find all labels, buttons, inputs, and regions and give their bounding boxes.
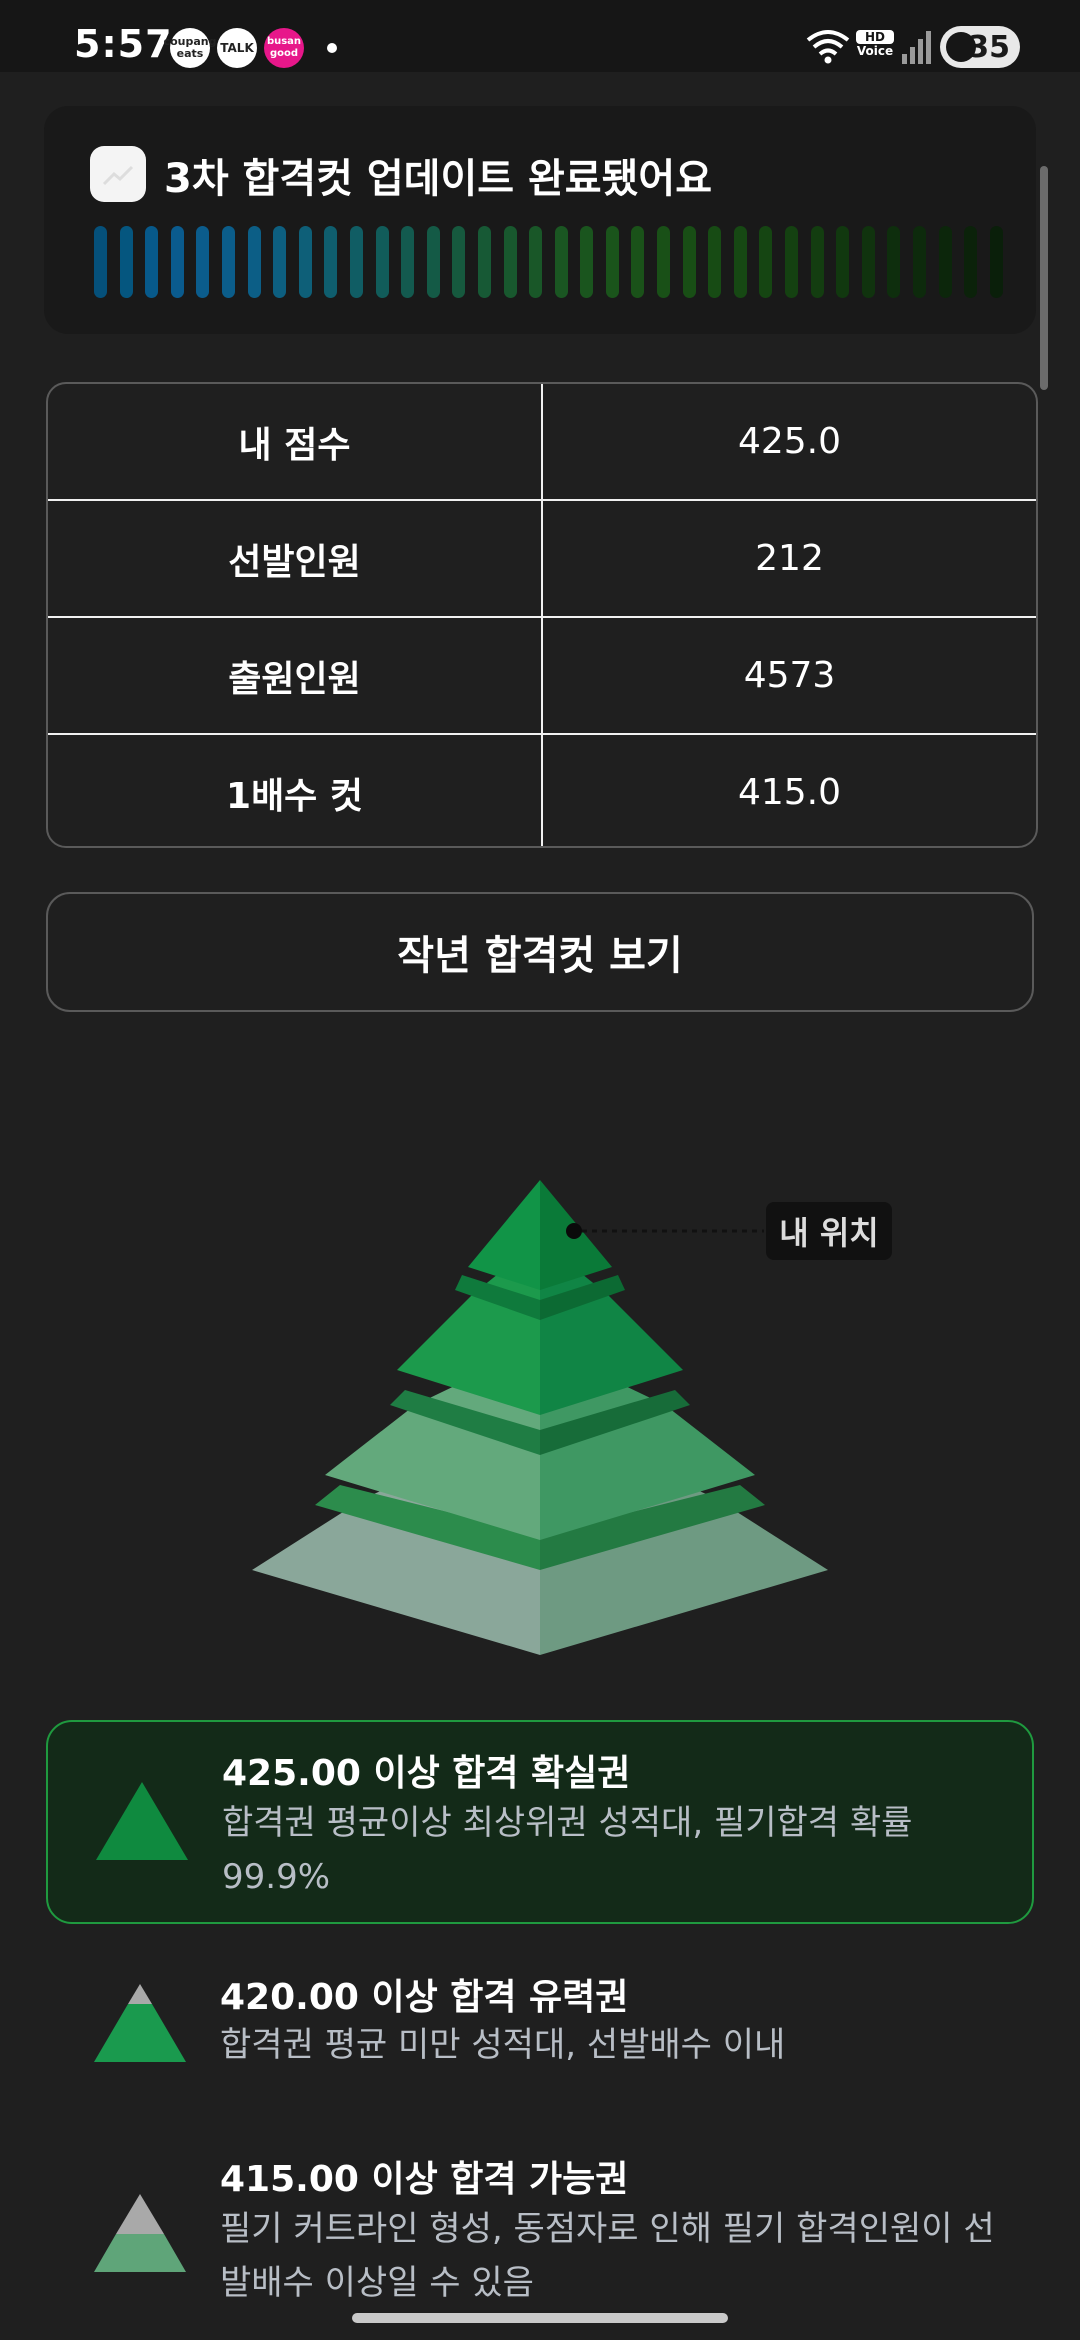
- tier-item-likely[interactable]: 420.00 이상 합격 유력권 합격권 평균 미만 성적대, 선발배수 이내: [46, 1952, 1034, 2102]
- kakaotalk-notification-icon: TALK: [217, 28, 257, 68]
- notification-title: 3차 합격컷 업데이트 완료됐어요: [164, 156, 713, 202]
- tier-description: 합격권 평균이상 최상위권 성적대, 필기합격 확률 99.9%: [222, 1803, 913, 1897]
- score-pyramid-graphic: [252, 1180, 828, 1655]
- power-saving-icon: [946, 32, 976, 62]
- status-time: 5:57: [74, 22, 173, 66]
- wifi-icon: [806, 30, 850, 64]
- coupang-eats-notification-icon: coupang eats: [164, 28, 216, 68]
- progress-segment: [247, 226, 261, 298]
- table-row: 1배수 컷 415.0: [48, 735, 1036, 846]
- my-position-marker: [566, 1223, 582, 1239]
- tier-title: 420.00 이상 합격 유력권: [220, 1977, 629, 2018]
- signal-icon: [902, 31, 931, 64]
- trend-up-icon: [90, 146, 146, 202]
- tier-possible-icon: [94, 2194, 186, 2272]
- progress-segment: [631, 226, 645, 298]
- progress-segment: [349, 226, 363, 298]
- table-label: 출원인원: [48, 618, 543, 733]
- table-value: 425.0: [737, 421, 842, 462]
- pyramid-tier-1-left: [468, 1180, 540, 1290]
- progress-segment: [657, 226, 671, 298]
- update-progress-bar: [94, 226, 1003, 298]
- table-label: 내 점수: [48, 384, 543, 499]
- progress-segment: [810, 226, 824, 298]
- table-value: 415.0: [737, 772, 842, 813]
- progress-segment: [989, 226, 1003, 298]
- progress-segment: [913, 226, 926, 298]
- tier-item-possible[interactable]: 415.00 이상 합격 가능권 필기 커트라인 형성, 동점자로 인해 필기 …: [46, 2130, 1034, 2302]
- my-position-label: 내 위치: [766, 1202, 892, 1260]
- progress-segment: [861, 226, 875, 298]
- progress-segment: [682, 226, 696, 298]
- table-label: 선발인원: [48, 501, 543, 616]
- home-indicator[interactable]: [352, 2313, 728, 2323]
- progress-segment: [938, 226, 952, 298]
- progress-segment: [580, 226, 594, 298]
- progress-segment: [477, 226, 491, 298]
- progress-segment: [887, 226, 901, 298]
- progress-segment: [426, 226, 440, 298]
- progress-segment: [605, 226, 619, 298]
- progress-segment: [119, 226, 133, 298]
- progress-segment: [221, 226, 235, 298]
- table-value: 4573: [743, 655, 836, 696]
- table-value: 212: [755, 538, 824, 579]
- progress-segment: [529, 226, 543, 298]
- battery-indicator: 35: [940, 26, 1020, 68]
- tier-description: 합격권 평균 미만 성적대, 선발배수 이내: [220, 2025, 786, 2065]
- progress-segment: [273, 226, 287, 298]
- tier-certain-icon: [96, 1782, 188, 1860]
- tier-item-certain[interactable]: 425.00 이상 합격 확실권 합격권 평균이상 최상위권 성적대, 필기합격…: [46, 1720, 1034, 1924]
- progress-segment: [708, 226, 722, 298]
- table-row: 선발인원 212: [48, 501, 1036, 618]
- progress-segment: [375, 226, 389, 298]
- progress-segment: [759, 226, 773, 298]
- progress-segment: [554, 226, 568, 298]
- tier-description: 필기 커트라인 형성, 동점자로 인해 필기 합격인원이 선발배수 이상일 수 …: [220, 2209, 995, 2302]
- tier-likely-icon: [94, 1984, 186, 2062]
- progress-segment: [94, 226, 107, 298]
- scrollbar[interactable]: [1040, 166, 1048, 390]
- progress-segment: [785, 226, 799, 298]
- progress-segment: [145, 226, 159, 298]
- progress-segment: [401, 226, 415, 298]
- progress-segment: [170, 226, 184, 298]
- busan-good-notification-icon: busan good: [264, 28, 304, 68]
- tier-title: 425.00 이상 합격 확실권: [222, 1753, 631, 1794]
- progress-segment: [452, 226, 466, 298]
- progress-segment: [836, 226, 850, 298]
- progress-segment: [324, 226, 338, 298]
- more-notifications-dot-icon: [327, 43, 337, 53]
- progress-segment: [733, 226, 747, 298]
- tier-title: 415.00 이상 합격 가능권: [220, 2159, 629, 2200]
- score-info-table: 내 점수 425.0 선발인원 212 출원인원 4573 1배수 컷 415.…: [46, 382, 1038, 848]
- progress-segment: [964, 226, 978, 298]
- view-last-year-cut-button[interactable]: 작년 합격컷 보기: [46, 892, 1034, 1012]
- progress-segment: [298, 226, 312, 298]
- table-label: 1배수 컷: [48, 735, 543, 846]
- table-row: 내 점수 425.0: [48, 384, 1036, 501]
- progress-segment: [196, 226, 210, 298]
- hd-voice-icon: HD Voice: [856, 30, 894, 58]
- progress-segment: [503, 226, 517, 298]
- update-notification-card: 3차 합격컷 업데이트 완료됐어요: [44, 106, 1036, 334]
- table-row: 출원인원 4573: [48, 618, 1036, 735]
- status-bar: 5:57 coupang eats TALK busan good HD Voic…: [0, 0, 1080, 72]
